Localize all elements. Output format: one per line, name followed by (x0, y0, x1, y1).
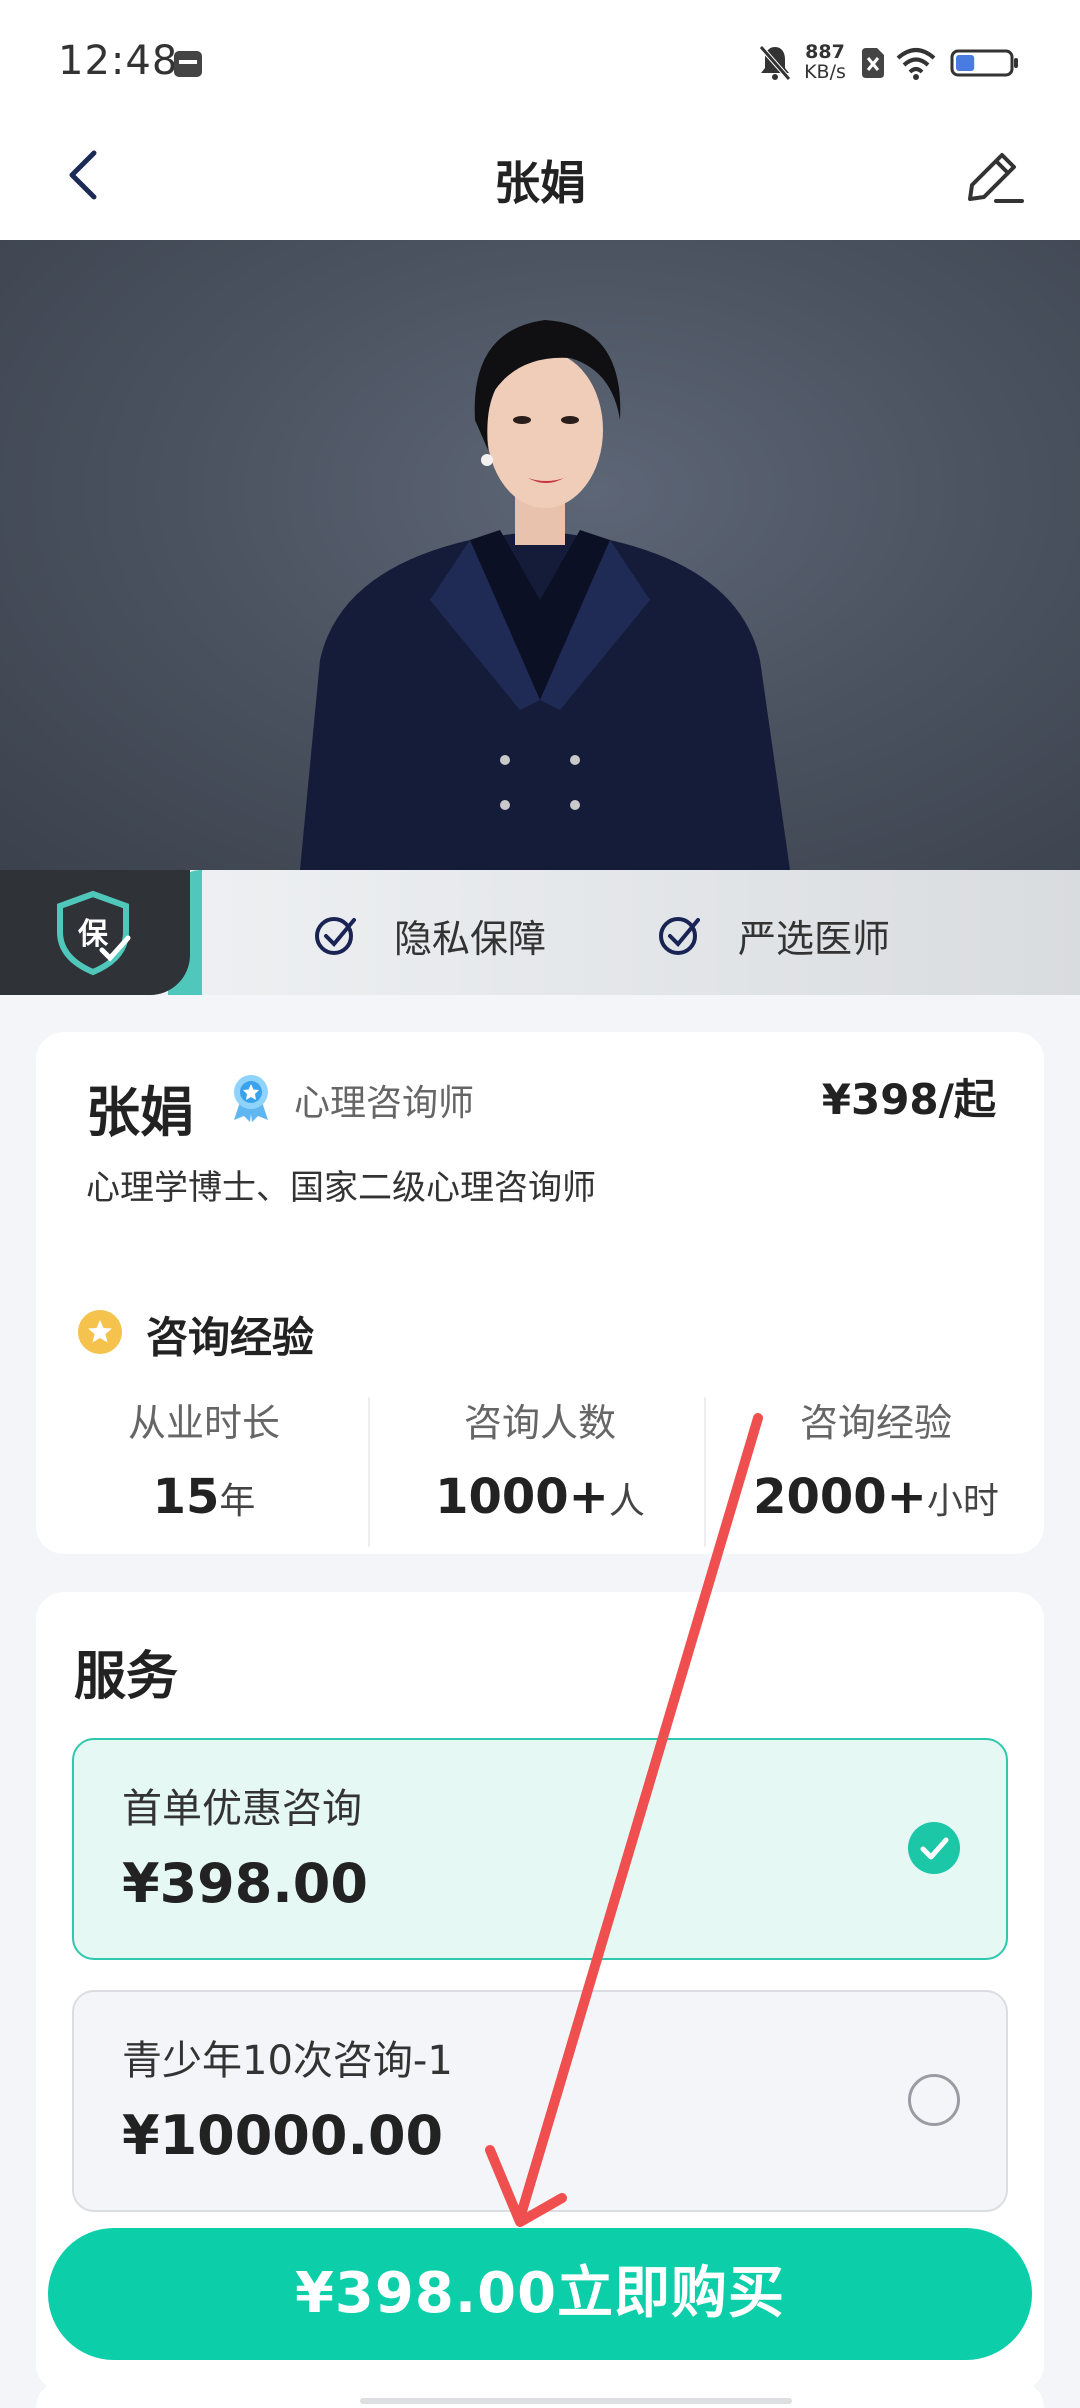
check-circle-icon (315, 917, 356, 955)
check-circle-icon (659, 917, 700, 955)
radio-checked-icon[interactable] (908, 1822, 960, 1874)
radio-unchecked-icon[interactable] (908, 2074, 960, 2126)
certified-medal-icon (234, 1075, 268, 1122)
battery-icon (950, 49, 1018, 77)
edit-pencil-icon[interactable] (958, 143, 1028, 213)
sim-off-icon (862, 48, 884, 78)
shield-check-icon: 保 (57, 890, 131, 976)
profile-card: 张娟 心理咨询师 ¥398/起 心理学博士、国家二级心理咨询师 咨询经验 从业时… (36, 1032, 1044, 1554)
stat-divider (368, 1397, 370, 1547)
shield-block: 保 (0, 870, 190, 995)
calendar-icon (174, 51, 202, 77)
stat-hours: 咨询经验 2000+小时 (708, 1392, 1044, 1525)
service-option-teen-package[interactable]: 青少年10次咨询-1 ¥10000.00 (72, 1990, 1008, 2212)
service-price: ¥10000.00 (122, 2104, 444, 2167)
stat-label: 咨询人数 (463, 1401, 616, 1445)
net-speed: 887 KB/s (804, 41, 846, 83)
stat-value: 2000+小时 (753, 1469, 999, 1525)
status-time: 12:48 (58, 38, 179, 84)
doctor-title: 心理咨询师 (294, 1083, 475, 1124)
badge-label: 隐私保障 (394, 917, 547, 961)
assurance-strip: 保 隐私保障 严选医师 (0, 870, 1080, 995)
page-title: 张娟 (494, 156, 586, 210)
service-price: ¥398.00 (122, 1852, 368, 1915)
mute-icon (759, 45, 791, 81)
card-handle (360, 2398, 792, 2404)
doctor-qualification: 心理学博士、国家二级心理咨询师 (86, 1168, 596, 1208)
doctor-name: 张娟 (86, 1081, 194, 1144)
price-from: ¥398/起 (821, 1075, 996, 1124)
next-card-peek (36, 2380, 1044, 2408)
hero-portrait (0, 240, 1080, 870)
star-circle-icon (78, 1310, 122, 1354)
shield-text: 保 (78, 917, 109, 952)
stat-clients: 咨询人数 1000+人 (372, 1392, 708, 1525)
experience-heading: 咨询经验 (146, 1313, 315, 1362)
stat-label: 咨询经验 (799, 1401, 952, 1445)
stat-value: 15年 (152, 1469, 256, 1525)
stat-label: 从业时长 (127, 1401, 280, 1445)
nav-bar: 张娟 (0, 125, 1080, 240)
service-name: 青少年10次咨询-1 (122, 2038, 453, 2084)
buy-now-button[interactable]: ¥398.00立即购买 (48, 2228, 1032, 2360)
stat-divider (704, 1397, 706, 1547)
service-name: 首单优惠咨询 (122, 1786, 362, 1832)
stat-value: 1000+人 (435, 1469, 645, 1525)
services-title: 服务 (74, 1647, 179, 1707)
wifi-icon (896, 48, 936, 80)
status-bar: 12:48 887 KB/s (0, 0, 1080, 125)
service-option-first-order[interactable]: 首单优惠咨询 ¥398.00 (72, 1738, 1008, 1960)
badge-label: 严选医师 (738, 917, 891, 961)
portrait-illustration (300, 320, 790, 870)
stat-years: 从业时长 15年 (36, 1392, 372, 1525)
